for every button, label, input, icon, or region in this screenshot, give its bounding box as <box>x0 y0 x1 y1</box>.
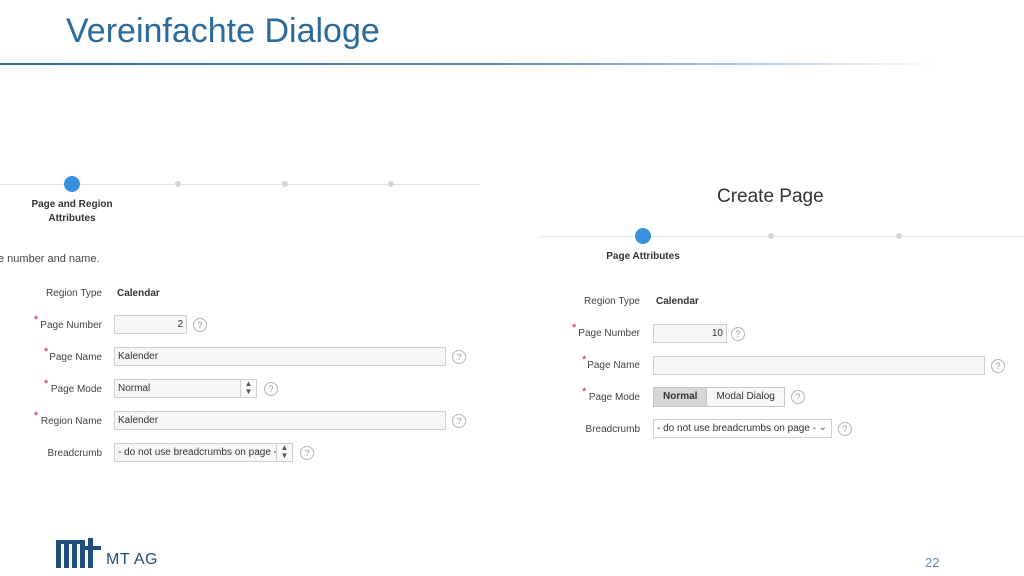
page-mode-modal-dialog-button[interactable]: Modal Dialog <box>707 388 784 406</box>
slide-title: Vereinfachte Dialoge <box>66 12 380 50</box>
wizard-step-1-label: Page Attributes <box>606 251 680 262</box>
required-marker: * <box>582 354 587 366</box>
help-icon[interactable]: ? <box>452 414 466 428</box>
required-marker: * <box>34 314 39 326</box>
dialog-title: Create Page <box>717 186 824 207</box>
page-mode-selected-value: Normal <box>118 383 151 394</box>
page-number-label: Page Number <box>578 328 640 339</box>
help-icon[interactable]: ? <box>838 422 852 436</box>
breadcrumb-selected-value: - do not use breadcrumbs on page - <box>657 423 816 434</box>
wizard-step-2-dot <box>768 233 774 239</box>
page-name-label: Page Name <box>49 352 102 363</box>
help-icon[interactable]: ? <box>193 318 207 332</box>
breadcrumb-select[interactable]: - do not use breadcrumbs on page - ⌄ <box>653 419 832 438</box>
breadcrumb-label: Breadcrumb <box>585 424 640 435</box>
up-down-arrows-icon: ▲ ▼ <box>276 444 292 461</box>
help-icon[interactable]: ? <box>452 350 466 364</box>
logo-text: MT AG <box>106 551 158 568</box>
region-type-value: Calendar <box>117 288 160 299</box>
title-divider <box>0 63 940 65</box>
page-mode-normal-button[interactable]: Normal <box>654 388 708 406</box>
page-name-input[interactable]: Kalender <box>114 347 446 366</box>
wizard-step-1-dot <box>635 228 651 244</box>
wizard-progress-track <box>540 236 1024 237</box>
breadcrumb-selected-value: - do not use breadcrumbs on page - <box>118 447 277 458</box>
breadcrumb-label: Breadcrumb <box>47 448 102 459</box>
wizard-step-2-dot <box>175 181 181 187</box>
region-type-label: Region Type <box>46 288 102 299</box>
page-mode-label: Page Mode <box>50 384 102 395</box>
breadcrumb-select[interactable]: - do not use breadcrumbs on page - ▲ ▼ <box>114 443 293 462</box>
right-dialog-screenshot: Create Page Page Attributes Region Type … <box>540 180 1024 460</box>
required-marker: * <box>44 378 49 390</box>
help-icon[interactable]: ? <box>791 390 805 404</box>
slide-page-number: 22 <box>925 555 940 570</box>
help-icon[interactable]: ? <box>731 327 745 341</box>
required-marker: * <box>34 410 39 422</box>
help-icon[interactable]: ? <box>300 446 314 460</box>
required-marker: * <box>572 322 577 334</box>
help-icon[interactable]: ? <box>991 359 1005 373</box>
wizard-step-1-label: Page and Region Attributes <box>31 199 113 224</box>
region-name-input[interactable]: Kalender <box>114 411 446 430</box>
up-down-arrows-icon: ▲ ▼ <box>240 380 256 397</box>
page-number-label: Page Number <box>40 320 102 331</box>
page-name-label: Page Name <box>587 360 640 371</box>
region-type-label: Region Type <box>584 296 640 307</box>
page-mode-toggle: Normal Modal Dialog <box>653 387 785 407</box>
left-dialog-screenshot: Page and Region Attributes e number and … <box>0 170 490 470</box>
wizard-step-1-dot <box>64 176 80 192</box>
wizard-step-4-dot <box>388 181 394 187</box>
required-marker: * <box>44 346 49 358</box>
page-mode-select[interactable]: Normal ▲ ▼ <box>114 379 257 398</box>
page-number-input[interactable]: 10 <box>653 324 727 343</box>
required-marker: * <box>582 386 587 398</box>
page-name-input[interactable] <box>653 356 985 375</box>
page-mode-label: Page Mode <box>588 392 640 403</box>
wizard-step-3-dot <box>282 181 288 187</box>
chevron-down-icon: ⌄ <box>818 422 827 433</box>
help-icon[interactable]: ? <box>264 382 278 396</box>
region-name-label: Region Name <box>40 416 102 427</box>
wizard-step-3-dot <box>896 233 902 239</box>
page-number-input[interactable]: 2 <box>114 315 187 334</box>
intro-text: e number and name. <box>0 253 100 265</box>
region-type-value: Calendar <box>656 296 699 307</box>
